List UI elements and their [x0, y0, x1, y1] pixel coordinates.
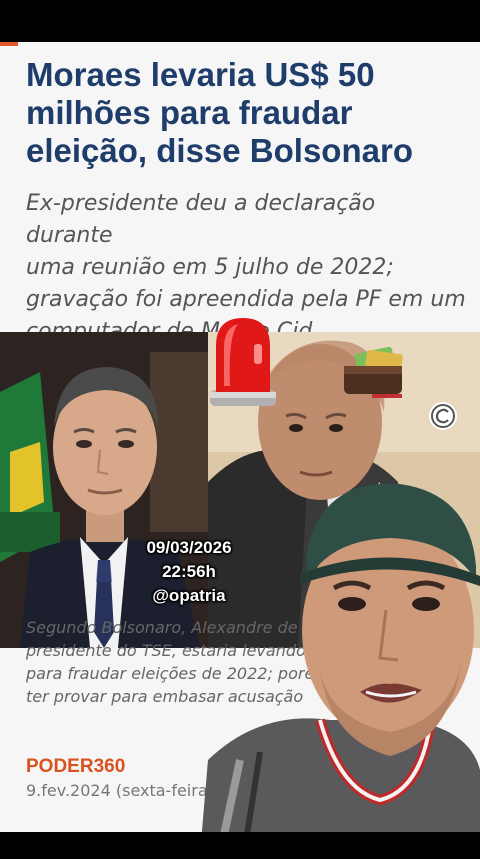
headline: Moraes levaria US$ 50 milhões para fraud…: [26, 56, 466, 170]
headline-line: milhões para fraudar: [26, 94, 353, 131]
overlay-handle: @opatria: [152, 586, 226, 605]
publish-date: 9.fev.2024 (sexta-feira: [26, 781, 208, 800]
money-icon: [344, 346, 403, 398]
copyright-icon-glyph: [429, 402, 457, 430]
subheadline-line: uma reunião em 5 julho de 2022;: [26, 255, 394, 280]
subheadline-line: Ex-presidente deu a declaração durante: [26, 191, 376, 248]
bottom-black-bar: [0, 832, 480, 854]
presenter-video: [200, 470, 480, 855]
overlay-date: 09/03/2026: [146, 538, 232, 557]
top-black-bar: [0, 0, 480, 42]
siren-icon: [210, 318, 276, 406]
headline-line: eleição, disse Bolsonaro: [26, 132, 413, 169]
publisher-name[interactable]: PODER360: [26, 756, 125, 778]
headline-line: Moraes levaria US$ 50: [26, 56, 375, 93]
timestamp-overlay: 09/03/2026 22:56h @opatria: [124, 536, 254, 608]
accent-mark: [0, 42, 18, 46]
presenter-illustration: [200, 483, 480, 855]
copyright-icon[interactable]: [427, 400, 459, 437]
overlay-time: 22:56h: [162, 562, 216, 581]
